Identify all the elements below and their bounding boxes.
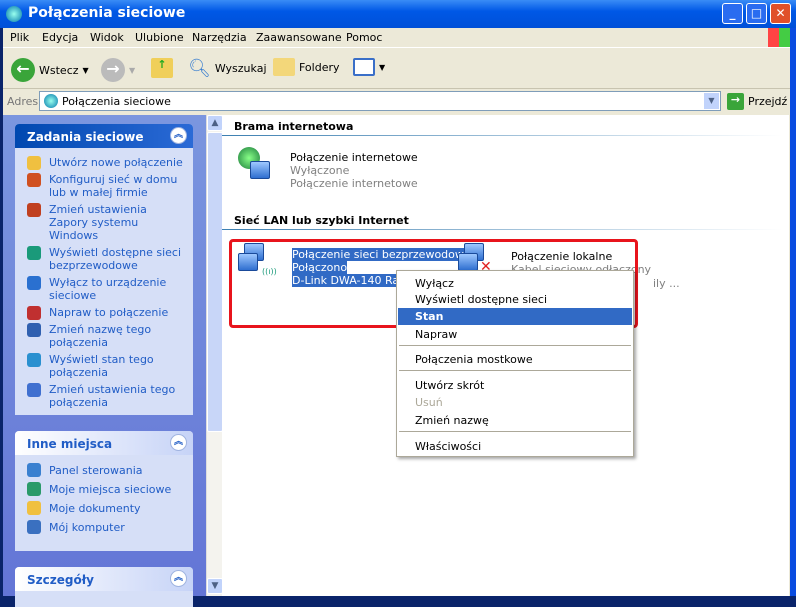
close-button[interactable]: ✕ — [770, 3, 791, 24]
context-menu-item[interactable]: Wyświetl dostępne sieci bezprzewodowe — [398, 291, 632, 319]
collapse-chevron-icon[interactable]: ︽ — [170, 434, 187, 451]
task-icon — [27, 306, 41, 320]
forward-arrow-icon: → — [101, 58, 125, 82]
minimize-button[interactable]: _ — [722, 3, 743, 24]
internet-connection[interactable]: Połączenie internetowe Wyłączone Połącze… — [290, 151, 418, 190]
place-link[interactable]: Panel sterowania — [15, 461, 193, 480]
other-places-panel: Inne miejsca ︽ Panel sterowania Moje miejs… — [15, 431, 193, 551]
scroll-down-button[interactable]: ▼ — [207, 578, 223, 594]
menu-separator — [399, 345, 631, 346]
menu-narzedzia[interactable]: Narzędzia — [192, 31, 247, 44]
address-bar: Adres Połączenia sieciowe ▼ → Przejdź — [3, 90, 793, 113]
task-link[interactable]: Napraw to połączenie — [15, 304, 193, 321]
menu-ulubione[interactable]: Ulubione — [135, 31, 184, 44]
menu-widok[interactable]: Widok — [90, 31, 124, 44]
scroll-thumb[interactable] — [207, 132, 223, 432]
task-icon — [27, 323, 41, 337]
task-icon — [27, 156, 41, 170]
panel-header[interactable]: Szczegóły ︽ — [15, 567, 193, 591]
search-icon: 🔍︎ — [188, 58, 211, 79]
group-header: Brama internetowa — [234, 120, 354, 133]
task-link[interactable]: Wyłącz to urządzenie sieciowe — [15, 274, 193, 304]
network-tasks-panel: Zadania sieciowe ︽ Utwórz nowe połączenie… — [15, 124, 193, 415]
place-link[interactable]: Moje miejsca sieciowe — [15, 480, 193, 499]
menu-edycja[interactable]: Edycja — [42, 31, 78, 44]
address-label: Adres — [7, 95, 39, 108]
title-bar: Połączenia sieciowe _ □ ✕ — [0, 0, 796, 28]
menu-plik[interactable]: Plik — [10, 31, 29, 44]
place-icon — [27, 482, 41, 496]
views-button[interactable]: ▼ — [353, 58, 385, 76]
menu-separator — [399, 370, 631, 371]
back-arrow-icon: ← — [11, 58, 35, 82]
context-menu: WyłączWyświetl dostępne sieci bezprzewod… — [396, 270, 634, 457]
place-icon — [27, 520, 41, 534]
context-menu-item[interactable]: Wyłącz — [398, 275, 632, 292]
group-header: Sieć LAN lub szybki Internet — [234, 214, 409, 227]
back-button[interactable]: ← Wstecz ▼ — [11, 58, 89, 82]
task-link[interactable]: Wyświetl dostępne sieci bezprzewodowe — [15, 244, 193, 274]
go-arrow-icon: → — [727, 93, 744, 110]
menu-zaawansowane[interactable]: Zaawansowane — [256, 31, 342, 44]
task-icon — [27, 383, 41, 397]
task-icon — [27, 246, 41, 260]
menu-bar: Plik Edycja Widok Ulubione Narzędzia Zaa… — [3, 28, 793, 48]
context-menu-item[interactable]: Utwórz skrót — [398, 377, 632, 394]
task-icon — [27, 203, 41, 217]
folders-button[interactable]: Foldery — [273, 58, 340, 76]
folders-icon — [273, 58, 295, 76]
details-panel: Szczegóły ︽ — [15, 567, 193, 607]
menu-separator — [399, 431, 631, 432]
scroll-up-button[interactable]: ▲ — [207, 115, 223, 131]
address-dropdown[interactable]: ▼ — [704, 93, 719, 109]
panel-header[interactable]: Inne miejsca ︽ — [15, 431, 193, 455]
network-icon — [6, 6, 22, 22]
place-icon — [27, 501, 41, 515]
context-menu-item[interactable]: Zmień nazwę — [398, 412, 632, 429]
task-icon — [27, 353, 41, 367]
place-icon — [27, 463, 41, 477]
up-folder-button[interactable]: ↑ — [151, 58, 173, 78]
task-pane: Zadania sieciowe ︽ Utwórz nowe połączenie… — [3, 115, 206, 607]
maximize-button[interactable]: □ — [746, 3, 767, 24]
context-menu-item[interactable]: Usuń — [398, 394, 632, 411]
task-link[interactable]: Zmień ustawienia tego połączenia — [15, 381, 193, 411]
left-scrollbar[interactable]: ▲ ▼ — [206, 115, 223, 596]
task-link[interactable]: Zmień nazwę tego połączenia — [15, 321, 193, 351]
network-icon — [44, 94, 58, 108]
task-link[interactable]: Utwórz nowe połączenie — [15, 154, 193, 171]
task-link[interactable]: Zmień ustawienia Zapory systemu Windows — [15, 201, 193, 244]
up-folder-icon: ↑ — [151, 58, 173, 78]
menu-pomoc[interactable]: Pomoc — [346, 31, 382, 44]
place-link[interactable]: Mój komputer — [15, 518, 193, 537]
address-input[interactable]: Połączenia sieciowe ▼ — [39, 91, 721, 111]
panel-header[interactable]: Zadania sieciowe ︽ — [15, 124, 193, 148]
context-menu-item[interactable]: Napraw — [398, 326, 632, 343]
toolbar: ← Wstecz ▼ → ▼ ↑ 🔍︎ Wyszukaj Foldery ▼ — [3, 49, 793, 89]
collapse-chevron-icon[interactable]: ︽ — [170, 127, 187, 144]
context-menu-item[interactable]: Połączenia mostkowe — [398, 351, 632, 368]
collapse-chevron-icon[interactable]: ︽ — [170, 570, 187, 587]
task-icon — [27, 173, 41, 187]
context-menu-item[interactable]: Stan — [398, 308, 632, 325]
forward-button[interactable]: → ▼ — [101, 58, 135, 82]
task-icon — [27, 276, 41, 290]
views-icon — [353, 58, 375, 76]
window-title: Połączenia sieciowe — [28, 5, 186, 21]
search-button[interactable]: 🔍︎ Wyszukaj — [188, 58, 267, 79]
place-link[interactable]: Moje dokumenty — [15, 499, 193, 518]
task-link[interactable]: Konfiguruj sieć w domu lub w małej firmi… — [15, 171, 193, 201]
task-link[interactable]: Wyświetl stan tego połączenia — [15, 351, 193, 381]
windows-logo — [768, 28, 790, 47]
context-menu-item[interactable]: Właściwości — [398, 438, 632, 455]
go-button[interactable]: → Przejdź — [727, 93, 787, 110]
internet-connection-icon[interactable] — [238, 147, 274, 183]
